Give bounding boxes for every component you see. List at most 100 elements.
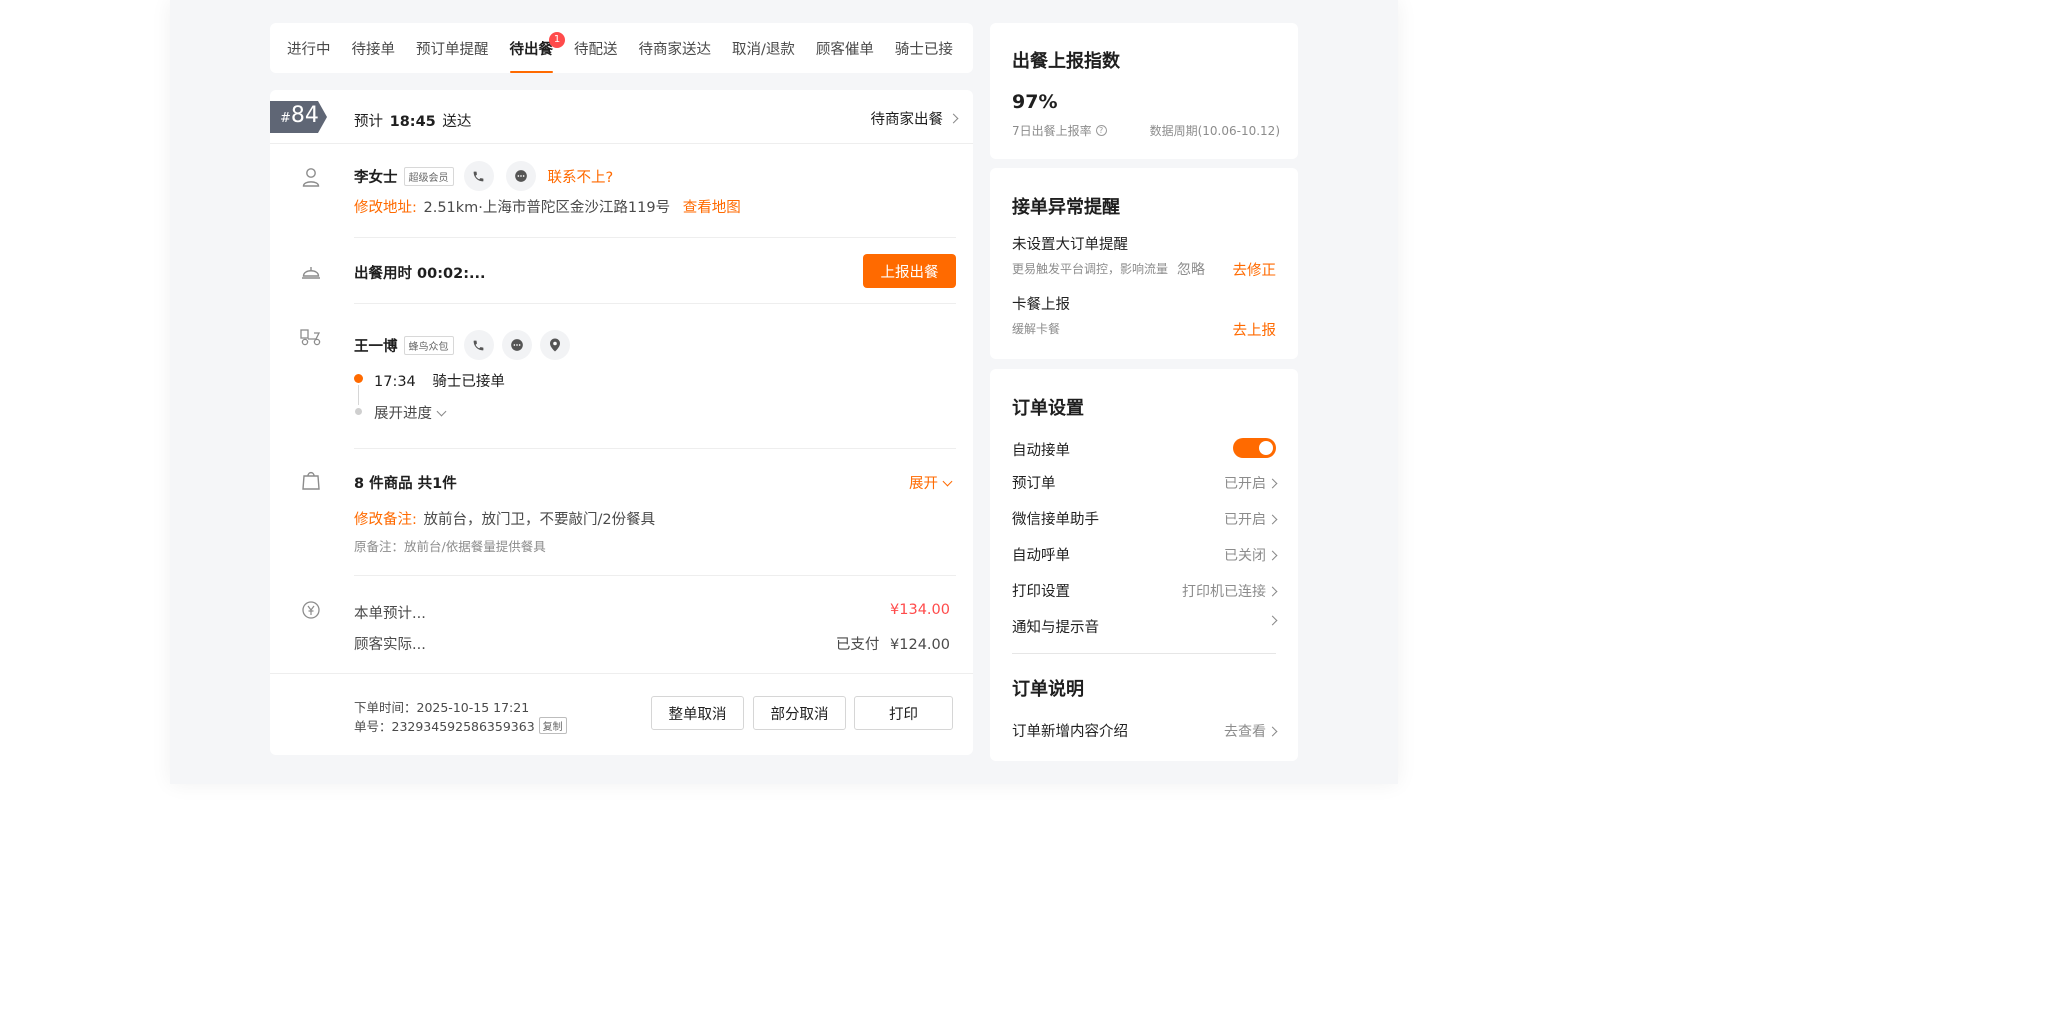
chevron-right-icon bbox=[948, 113, 959, 124]
notes-row-label: 订单新增内容介绍 bbox=[1012, 724, 1128, 740]
setting-notification-label: 通知与提示音 bbox=[1012, 620, 1099, 636]
phone-icon bbox=[473, 171, 484, 181]
expand-progress-link[interactable]: 展开进度 bbox=[374, 402, 447, 423]
note-label: 修改备注: bbox=[354, 512, 417, 528]
chat-icon bbox=[514, 170, 527, 182]
setting-wechat-value[interactable]: 已开启 bbox=[1224, 509, 1278, 529]
chevron-right-icon bbox=[1267, 514, 1278, 524]
tab-rider-accepted[interactable]: 骑士已接 bbox=[895, 23, 953, 73]
tab-pending-accept[interactable]: 待接单 bbox=[352, 23, 396, 73]
tab-count-badge: 1 bbox=[549, 32, 565, 48]
eta-time: 18:45 bbox=[389, 114, 436, 130]
note-row: 修改备注: 放前台，放门卫，不要敲门/2份餐具 bbox=[354, 508, 655, 529]
chevron-right-icon bbox=[1267, 586, 1278, 596]
note-text: 放前台，放门卫，不要敲门/2份餐具 bbox=[423, 512, 656, 528]
tab-label: 待商家送达 bbox=[638, 42, 712, 58]
tab-merchant-delivery[interactable]: 待商家送达 bbox=[639, 23, 712, 73]
customer-tag: 超级会员 bbox=[403, 166, 454, 186]
copy-order-id-button[interactable]: 复制 bbox=[538, 717, 567, 734]
tab-pending-meal[interactable]: 待出餐 1 bbox=[509, 23, 565, 73]
setting-notification-value[interactable] bbox=[1266, 615, 1278, 626]
message-customer-button[interactable] bbox=[505, 161, 536, 191]
setting-print-value[interactable]: 打印机已连接 bbox=[1182, 581, 1278, 601]
view-notes-link[interactable]: 去查看 bbox=[1224, 721, 1278, 741]
alert-title: 卡餐上报 bbox=[1012, 297, 1070, 313]
help-icon[interactable]: ? bbox=[1095, 125, 1107, 136]
chevron-right-icon bbox=[1267, 615, 1278, 626]
order-card: #84 预计 18:45 送达 待商家出餐 李女士 超级会员 联系不上? 修改地… bbox=[270, 90, 973, 755]
customer-name: 李女士 bbox=[354, 169, 398, 186]
setting-auto-call-value[interactable]: 已关闭 bbox=[1224, 545, 1278, 565]
chevron-down-icon bbox=[942, 476, 953, 487]
alert-description: 更易触发平台调控，影响流量 bbox=[1012, 262, 1169, 276]
setting-value: 已开启 bbox=[1224, 476, 1266, 492]
order-status: 待商家出餐 bbox=[870, 112, 944, 128]
expand-items-label: 展开 bbox=[909, 476, 938, 492]
print-button[interactable]: 打印 bbox=[854, 696, 953, 730]
order-status-link[interactable]: 待商家出餐 bbox=[870, 108, 959, 129]
scooter-icon bbox=[300, 326, 322, 348]
setting-auto-accept-label: 自动接单 bbox=[1012, 443, 1070, 459]
partial-cancel-button[interactable]: 部分取消 bbox=[753, 696, 846, 730]
eta-prefix: 预计 bbox=[354, 114, 383, 130]
cancel-order-button[interactable]: 整单取消 bbox=[651, 696, 744, 730]
message-rider-button[interactable] bbox=[501, 330, 532, 360]
address-text: 2.51km·上海市普陀区金沙江路119号 bbox=[423, 200, 671, 216]
tab-label: 进行中 bbox=[287, 42, 331, 58]
card-title: 接单异常提醒 bbox=[1012, 197, 1120, 218]
tab-label: 骑士已接 bbox=[894, 42, 953, 58]
chevron-down-icon bbox=[436, 406, 447, 417]
tab-in-progress[interactable]: 进行中 bbox=[287, 23, 331, 73]
customer-paid-row: 已支付 ¥124.00 bbox=[836, 633, 950, 654]
setting-wechat-label: 微信接单助手 bbox=[1012, 512, 1099, 528]
alert-description: 缓解卡餐 bbox=[1012, 322, 1061, 336]
divider bbox=[270, 673, 973, 674]
tab-customer-urge[interactable]: 顾客催单 bbox=[816, 23, 874, 73]
order-alerts-card: 接单异常提醒 未设置大订单提醒 更易触发平台调控，影响流量 忽略 去修正 卡餐上… bbox=[990, 168, 1298, 359]
tab-label: 预订单提醒 bbox=[416, 42, 489, 58]
address-label: 修改地址: bbox=[354, 200, 417, 216]
setting-value: 打印机已连接 bbox=[1182, 584, 1266, 600]
tab-label: 待出餐 bbox=[509, 42, 554, 58]
chevron-right-icon bbox=[1267, 550, 1278, 560]
shopping-bag-icon bbox=[300, 469, 322, 491]
setting-auto-call-label: 自动呼单 bbox=[1012, 548, 1070, 564]
timeline-line bbox=[358, 385, 359, 405]
setting-print-label: 打印设置 bbox=[1012, 584, 1070, 600]
tab-preorder-reminder[interactable]: 预订单提醒 bbox=[416, 23, 489, 73]
setting-preorder-value[interactable]: 已开启 bbox=[1224, 473, 1278, 493]
report-rate-value: 97% bbox=[1012, 91, 1058, 113]
timeline-dot-active bbox=[354, 374, 363, 383]
call-customer-button[interactable] bbox=[463, 161, 494, 191]
fix-alert-button[interactable]: 去修正 bbox=[1233, 259, 1277, 280]
notes-title: 订单说明 bbox=[1012, 679, 1084, 700]
rider-tag: 蜂鸟众包 bbox=[403, 335, 454, 355]
items-summary: 8 件商品 共1件 bbox=[354, 476, 457, 492]
tab-pending-delivery[interactable]: 待配送 bbox=[574, 23, 618, 73]
phone-icon bbox=[473, 340, 484, 350]
contact-fail-link[interactable]: 联系不上? bbox=[548, 166, 614, 187]
address-row: 修改地址: 2.51km·上海市普陀区金沙江路119号 查看地图 bbox=[354, 196, 741, 217]
setting-preorder-label: 预订单 bbox=[1012, 476, 1056, 492]
progress-time: 17:34 bbox=[374, 374, 416, 390]
report-stuck-button[interactable]: 去上报 bbox=[1233, 319, 1277, 340]
call-rider-button[interactable] bbox=[463, 330, 494, 360]
order-management-app: 进行中 待接单 预订单提醒 待出餐 1 待配送 待商家送达 取消/退款 顾客催单 … bbox=[170, 0, 1398, 784]
report-rate-label: 7日出餐上报率 bbox=[1012, 124, 1092, 138]
order-number: 84 bbox=[290, 103, 319, 128]
tab-label: 取消/退款 bbox=[732, 42, 795, 58]
eta-text: 预计 18:45 送达 bbox=[354, 110, 471, 131]
auto-accept-toggle[interactable] bbox=[1233, 438, 1276, 458]
chevron-right-icon bbox=[1267, 726, 1278, 736]
expand-items-link[interactable]: 展开 bbox=[909, 472, 953, 493]
order-hash: # bbox=[280, 111, 291, 126]
tab-label: 待接单 bbox=[351, 42, 396, 58]
setting-value: 已关闭 bbox=[1224, 548, 1266, 564]
report-meal-ready-button[interactable]: 上报出餐 bbox=[863, 254, 956, 288]
view-map-link[interactable]: 查看地图 bbox=[683, 200, 741, 216]
ignore-alert-button[interactable]: 忽略 bbox=[1177, 259, 1205, 279]
card-title: 出餐上报指数 bbox=[1012, 51, 1120, 72]
tab-cancel-refund[interactable]: 取消/退款 bbox=[732, 23, 795, 73]
prep-time-label: 出餐用时 00:02:... bbox=[354, 266, 486, 282]
rider-location-button[interactable] bbox=[539, 330, 570, 360]
